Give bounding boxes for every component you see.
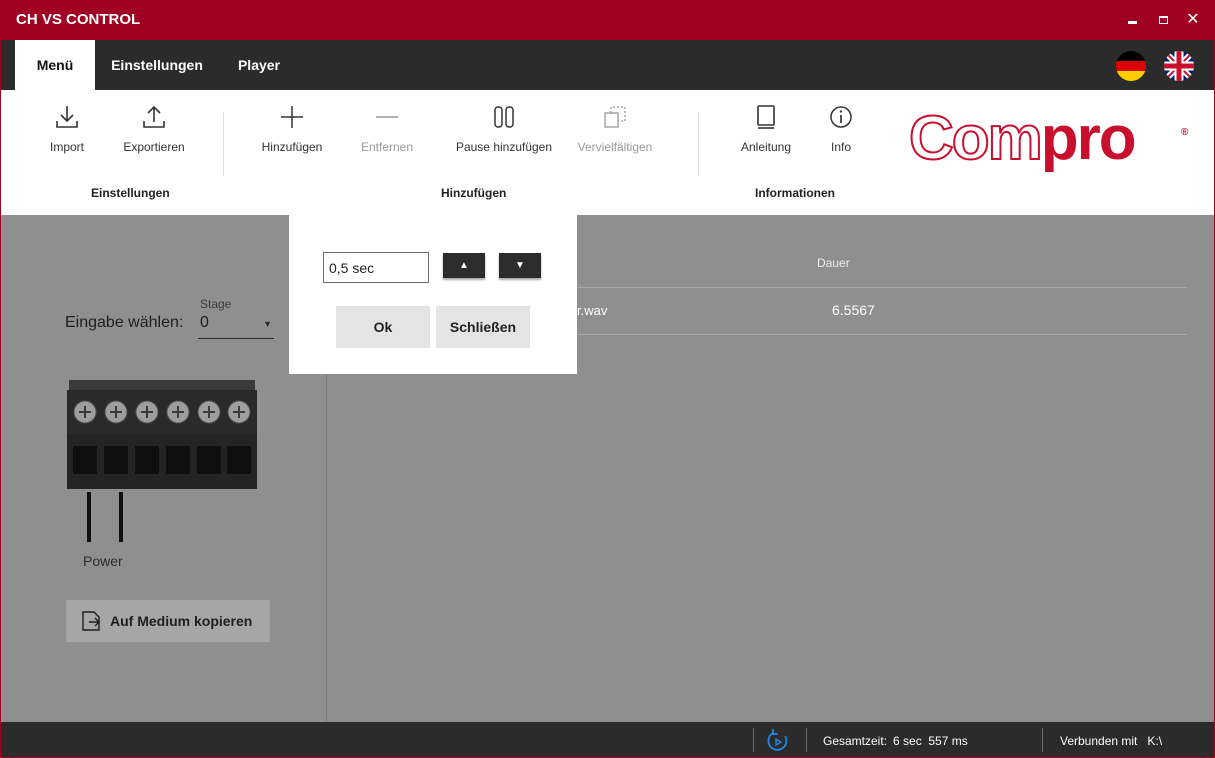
- group-label-hinzufuegen: Hinzufügen: [441, 186, 507, 200]
- group-label-informationen: Informationen: [755, 186, 835, 200]
- table-cell-filename[interactable]: r.wav: [577, 303, 607, 318]
- duplicate-icon: [604, 106, 626, 128]
- close-button[interactable]: ✕: [1181, 8, 1205, 32]
- stage-select[interactable]: 0 ▼: [198, 313, 274, 339]
- chevron-down-icon: ▼: [515, 260, 525, 271]
- import-button[interactable]: Import: [45, 104, 89, 154]
- info-label: Info: [830, 140, 851, 154]
- copy-to-medium-label: Auf Medium kopieren: [110, 613, 253, 629]
- stage-select-value: 0: [200, 314, 209, 331]
- download-icon: [56, 106, 78, 128]
- input-select-label: Eingabe wählen:: [65, 314, 184, 331]
- ribbon-separator: [223, 112, 224, 176]
- pause-dialog: ▲ ▼ Ok Schließen: [289, 215, 577, 374]
- minimize-icon: [1127, 21, 1137, 24]
- add-button[interactable]: Hinzufügen: [257, 104, 327, 154]
- minus-icon: [376, 116, 398, 118]
- close-icon: ✕: [1186, 11, 1200, 28]
- add-pause-button[interactable]: Pause hinzufügen: [451, 104, 557, 154]
- tab-einstellungen[interactable]: Einstellungen: [97, 40, 217, 90]
- import-label: Import: [49, 140, 84, 154]
- status-separator: [1042, 728, 1043, 752]
- manual-button[interactable]: Anleitung: [735, 104, 797, 154]
- book-icon: [757, 105, 775, 129]
- status-separator: [806, 728, 807, 752]
- tab-bar: Menü Einstellungen Player: [1, 40, 1214, 90]
- chevron-up-icon: ▲: [459, 260, 469, 271]
- duplicate-label: Vervielfältigen: [577, 140, 653, 154]
- column-header-duration[interactable]: Dauer: [817, 256, 850, 270]
- power-wire: [87, 492, 91, 542]
- chevron-down-icon: ▼: [263, 319, 272, 329]
- pause-duration-input[interactable]: [323, 252, 429, 283]
- status-bar: Gesamtzeit: 6 sec 557 ms Verbunden mit K:\: [1, 722, 1214, 757]
- status-separator: [753, 728, 754, 752]
- upload-icon: [143, 105, 165, 128]
- maximize-button[interactable]: [1151, 8, 1175, 32]
- connection-status: Verbunden mit K:\: [1060, 734, 1162, 748]
- refresh-icon: [767, 729, 788, 751]
- window-title: CH VS CONTROL: [16, 11, 141, 28]
- power-label: Power: [83, 553, 123, 569]
- info-icon: [830, 106, 852, 128]
- minimize-button[interactable]: [1120, 8, 1144, 32]
- add-pause-label: Pause hinzufügen: [455, 140, 553, 154]
- left-panel: Stage Eingabe wählen: 0 ▼ Power Auf Medi…: [1, 215, 327, 722]
- total-time-value: 6 sec 557 ms: [893, 734, 968, 748]
- app-window: CH VS CONTROL ✕ Menü Einstellungen Playe…: [0, 0, 1215, 758]
- flag-uk-icon[interactable]: [1164, 51, 1194, 81]
- stage-label: Stage: [200, 297, 232, 311]
- power-wire: [119, 492, 123, 542]
- ribbon-separator: [698, 112, 699, 176]
- pause-icon: [494, 106, 514, 128]
- plus-icon: [281, 106, 303, 128]
- add-label: Hinzufügen: [261, 140, 323, 154]
- title-bar: CH VS CONTROL ✕: [1, 0, 1214, 40]
- maximize-icon: [1158, 16, 1168, 24]
- manual-label: Anleitung: [740, 140, 792, 154]
- logo-outline-text: Com: [908, 104, 1044, 173]
- export-file-icon: [82, 611, 100, 631]
- ribbon-toolbar: Import Exportieren Einstellungen Hinzufü…: [1, 90, 1214, 215]
- logo-solid-text: pro: [1040, 104, 1137, 173]
- remove-button[interactable]: Entfernen: [357, 104, 417, 154]
- ok-button[interactable]: Ok: [336, 306, 430, 348]
- compro-logo: Compro ®: [908, 107, 1188, 171]
- terminal-block-image: [67, 380, 257, 489]
- total-time-label: Gesamtzeit:: [823, 734, 888, 748]
- group-label-einstellungen: Einstellungen: [91, 186, 170, 200]
- logo-registered-mark: ®: [1181, 127, 1189, 138]
- total-time: Gesamtzeit: 6 sec 557 ms: [823, 734, 968, 748]
- tab-player[interactable]: Player: [221, 40, 297, 90]
- export-button[interactable]: Exportieren: [119, 104, 189, 154]
- copy-to-medium-button[interactable]: Auf Medium kopieren: [66, 600, 270, 642]
- table-cell-duration[interactable]: 6.5567: [832, 302, 875, 318]
- increase-button[interactable]: ▲: [443, 253, 485, 278]
- main-area: Stage Eingabe wählen: 0 ▼ Power Auf Medi…: [1, 215, 1214, 722]
- export-label: Exportieren: [123, 140, 185, 154]
- tab-menu[interactable]: Menü: [15, 40, 95, 90]
- info-button[interactable]: Info: [823, 104, 859, 154]
- decrease-button[interactable]: ▼: [499, 253, 541, 278]
- close-dialog-button[interactable]: Schließen: [436, 306, 530, 348]
- duplicate-button[interactable]: Vervielfältigen: [567, 104, 663, 154]
- remove-label: Entfernen: [360, 140, 414, 154]
- flag-germany-icon[interactable]: [1116, 51, 1146, 81]
- connected-label: Verbunden mit: [1060, 734, 1138, 748]
- connected-value: K:\: [1147, 734, 1163, 748]
- refresh-button[interactable]: [765, 728, 791, 757]
